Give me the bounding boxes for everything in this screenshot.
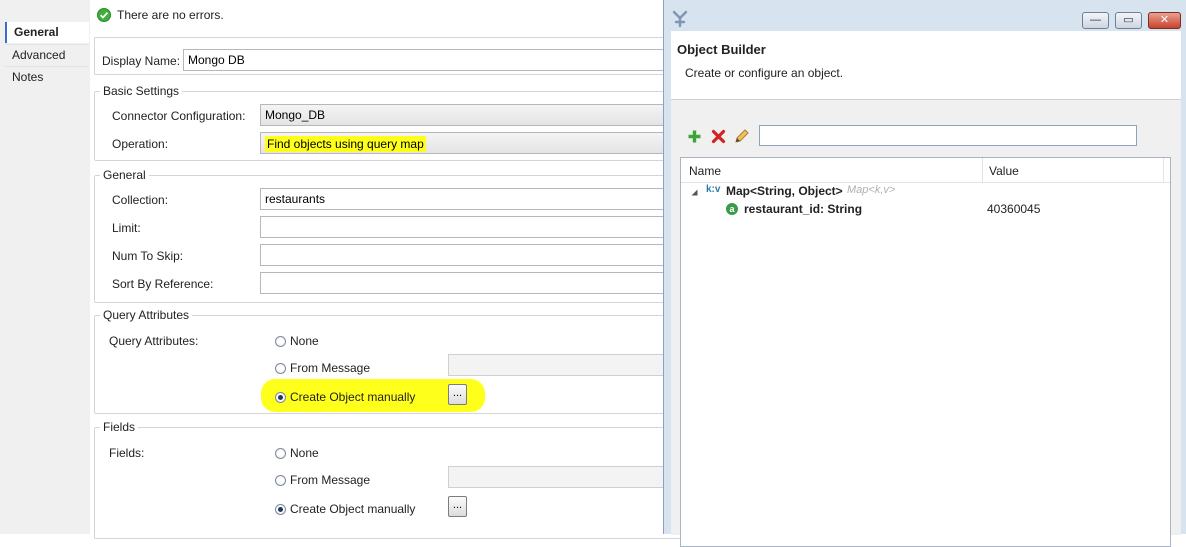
query-from-message-radio[interactable] — [275, 363, 286, 374]
num-to-skip-input[interactable] — [260, 244, 690, 266]
tree-child-label: restaurant_id: String — [744, 202, 863, 216]
collapse-triangle-icon[interactable] — [691, 189, 698, 196]
fields-browse-button[interactable]: ... — [448, 496, 467, 517]
fields-from-message-label: From Message — [290, 473, 371, 487]
tree-child-value[interactable]: 40360045 — [987, 202, 1040, 216]
column-name-header[interactable]: Name — [689, 164, 721, 178]
query-browse-button[interactable]: ... — [448, 384, 467, 405]
dialog-header: Object Builder Create or configure an ob… — [671, 31, 1181, 99]
dialog-body: Name Value k:v Map<String, Object> Map<k… — [671, 99, 1181, 547]
tree-root-hint: Map<k,v> — [847, 184, 896, 196]
tab-advanced[interactable]: Advanced — [5, 44, 89, 65]
fields-label: Fields: — [109, 446, 145, 460]
display-name-label: Display Name: — [102, 54, 181, 68]
limit-input[interactable] — [260, 216, 690, 238]
search-input[interactable] — [759, 125, 1137, 146]
dialog-title: Object Builder — [677, 42, 766, 57]
column-divider — [982, 158, 983, 182]
connector-configuration-select[interactable]: Mongo_DB — [260, 104, 690, 126]
dialog-subtitle: Create or configure an object. — [685, 66, 844, 80]
query-attributes-label: Query Attributes: — [109, 334, 199, 348]
tab-notes[interactable]: Notes — [5, 66, 89, 87]
tree-row-root[interactable]: k:v Map<String, Object> Map<k,v> — [681, 183, 1170, 201]
column-divider — [1163, 158, 1164, 182]
map-kv-icon: k:v — [706, 184, 721, 195]
fields-create-object-radio[interactable] — [275, 504, 286, 515]
operation-label: Operation: — [112, 137, 169, 151]
num-to-skip-label: Num To Skip: — [112, 249, 184, 263]
close-button[interactable]: ✕ — [1148, 12, 1181, 29]
fields-from-message-radio[interactable] — [275, 475, 286, 486]
plus-icon[interactable] — [687, 129, 702, 144]
object-builder-dialog: — ▭ ✕ Object Builder Create or configure… — [663, 0, 1186, 547]
query-create-object-label: Create Object manually — [290, 390, 416, 404]
column-value-header[interactable]: Value — [989, 164, 1019, 178]
red-x-icon[interactable] — [711, 129, 726, 144]
properties-form: There are no errors. Display Name: Mongo… — [90, 0, 696, 539]
query-create-object-radio[interactable] — [275, 392, 286, 403]
tree-root-label: Map<String, Object> — [726, 184, 843, 198]
query-none-radio[interactable] — [275, 336, 286, 347]
operation-select[interactable]: Find objects using query map — [260, 132, 690, 154]
basic-settings-legend: Basic Settings — [100, 84, 183, 98]
fields-from-message-input[interactable] — [448, 466, 668, 488]
maximize-button[interactable]: ▭ — [1115, 12, 1142, 29]
app-logo-icon — [672, 10, 688, 28]
operation-select-value: Find objects using query map — [265, 136, 426, 152]
minimize-button[interactable]: — — [1082, 12, 1109, 29]
object-tree: Name Value k:v Map<String, Object> Map<k… — [680, 157, 1171, 547]
general-legend: General — [100, 168, 149, 182]
fields-create-object-label: Create Object manually — [290, 502, 416, 516]
collection-input[interactable]: restaurants — [260, 188, 690, 210]
query-from-message-input[interactable] — [448, 354, 668, 376]
tree-row-child[interactable]: a restaurant_id: String 40360045 — [681, 201, 1170, 219]
query-from-message-label: From Message — [290, 361, 371, 375]
connector-configuration-label: Connector Configuration: — [112, 109, 246, 123]
properties-tab-strip: General Advanced Notes — [0, 0, 91, 534]
fields-legend: Fields — [100, 420, 139, 434]
tab-general[interactable]: General — [5, 22, 89, 43]
collection-label: Collection: — [112, 193, 169, 207]
query-attributes-legend: Query Attributes — [100, 308, 193, 322]
display-name-input[interactable]: Mongo DB — [183, 49, 683, 71]
limit-label: Limit: — [112, 221, 141, 235]
attribute-icon: a — [726, 203, 738, 215]
status-message: There are no errors. — [117, 8, 224, 22]
check-circle-icon — [97, 8, 111, 22]
query-none-label: None — [290, 334, 319, 348]
fields-none-radio[interactable] — [275, 448, 286, 459]
sort-by-reference-label: Sort By Reference: — [112, 277, 214, 291]
pencil-icon[interactable] — [734, 128, 750, 144]
sort-by-reference-input[interactable] — [260, 272, 690, 294]
tree-header: Name Value — [681, 158, 1170, 183]
fields-none-label: None — [290, 446, 319, 460]
